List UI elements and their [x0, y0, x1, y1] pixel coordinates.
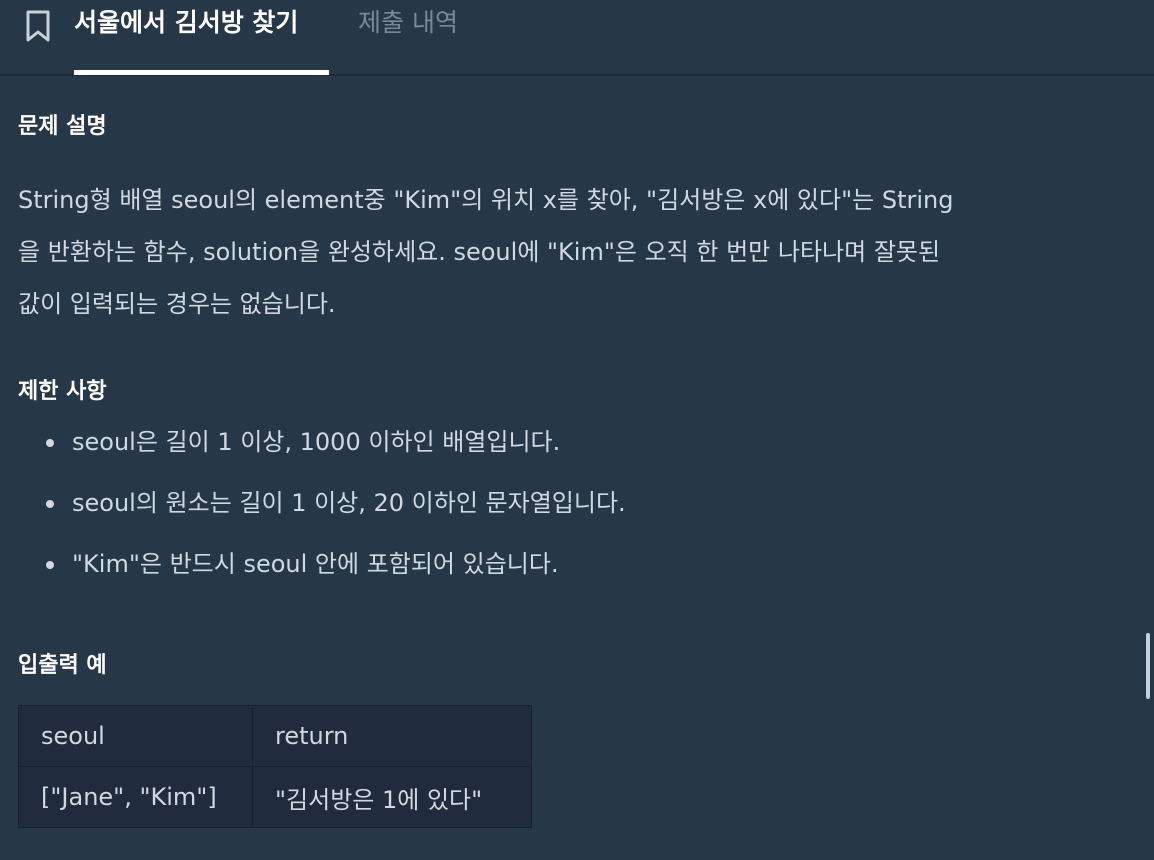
description-line: 을 반환하는 함수, solution을 완성하세요. seoul에 "Kim"… — [18, 238, 941, 266]
constraint-text: seoul은 길이 1 이상, 1000 이하인 배열입니다. — [72, 428, 561, 456]
column-header-return: return — [252, 705, 532, 767]
description-heading: 문제 설명 — [18, 114, 107, 139]
constraint-text: seoul의 원소는 길이 1 이상, 20 이하인 문자열입니다. — [72, 489, 626, 517]
constraint-text: "Kim"은 반드시 seoul 안에 포함되어 있습니다. — [72, 550, 559, 578]
scrollbar-thumb[interactable] — [1146, 633, 1150, 699]
tab-bar: 서울에서 김서방 찾기 제출 내역 — [0, 0, 1154, 76]
io-heading: 입출력 예 — [18, 653, 107, 678]
bookmark-icon[interactable] — [24, 10, 52, 42]
table-header-row: seoul return — [18, 705, 532, 767]
tab-problem[interactable]: 서울에서 김서방 찾기 — [74, 6, 298, 40]
constraints-heading: 제한 사항 — [18, 379, 107, 404]
bullet-icon — [46, 500, 54, 508]
bullet-icon — [46, 439, 54, 447]
description-line: 값이 입력되는 경우는 없습니다. — [18, 290, 336, 318]
description-line: String형 배열 seoul의 element중 "Kim"의 위치 x를 … — [18, 186, 954, 214]
list-item: seoul은 길이 1 이상, 1000 이하인 배열입니다. — [46, 427, 626, 488]
column-header-seoul: seoul — [18, 705, 253, 767]
list-item: "Kim"은 반드시 seoul 안에 포함되어 있습니다. — [46, 549, 626, 610]
table-cell-return: "김서방은 1에 있다" — [252, 766, 532, 828]
bullet-icon — [46, 561, 54, 569]
problem-description: String형 배열 seoul의 element중 "Kim"의 위치 x를 … — [18, 174, 1098, 330]
constraints-list: seoul은 길이 1 이상, 1000 이하인 배열입니다. seoul의 원… — [46, 427, 626, 610]
table-row: ["Jane", "Kim"] "김서방은 1에 있다" — [18, 766, 532, 828]
tab-submissions[interactable]: 제출 내역 — [358, 6, 458, 40]
active-tab-indicator — [74, 70, 329, 75]
io-example-table: seoul return ["Jane", "Kim"] "김서방은 1에 있다… — [18, 705, 532, 828]
table-cell-seoul: ["Jane", "Kim"] — [18, 766, 253, 828]
list-item: seoul의 원소는 길이 1 이상, 20 이하인 문자열입니다. — [46, 488, 626, 549]
